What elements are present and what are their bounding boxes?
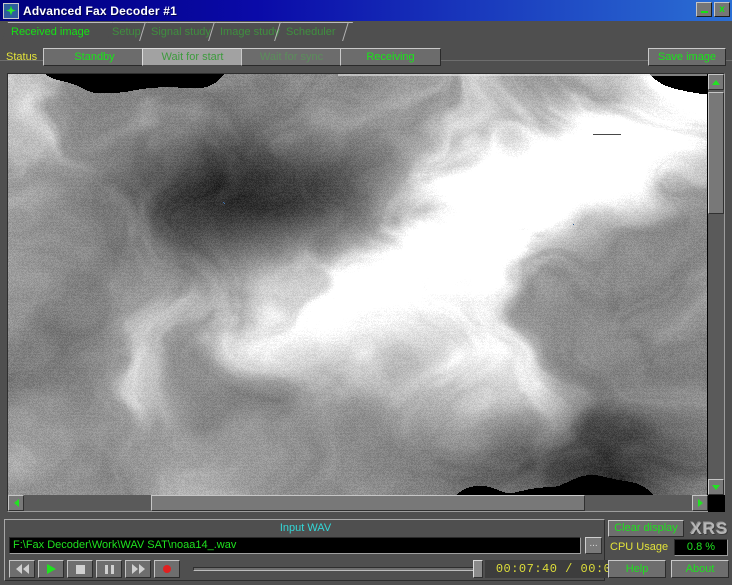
record-button[interactable] — [154, 560, 180, 578]
fast-forward-button[interactable] — [125, 560, 151, 578]
vertical-scrollbar[interactable] — [708, 74, 724, 495]
scroll-up-button[interactable] — [708, 74, 724, 90]
help-button[interactable]: Help — [608, 560, 666, 578]
rewind-button[interactable] — [9, 560, 35, 578]
scroll-right-button[interactable] — [692, 495, 708, 511]
window-title: Advanced Fax Decoder #1 — [23, 4, 177, 18]
tab-received-image[interactable]: Received image — [2, 22, 113, 41]
triangle-up-icon — [712, 80, 720, 85]
tab-strip: Received image Setup Signal study Image … — [0, 21, 732, 41]
scrollbar-corner — [708, 495, 725, 512]
fast-forward-icon — [132, 564, 145, 574]
satellite-app-icon — [3, 3, 19, 19]
transport-controls: 00:07:40 / 00:07:40 — [9, 559, 602, 579]
triangle-down-icon — [712, 485, 720, 490]
pause-icon — [105, 565, 114, 574]
input-wav-panel: Input WAV F:\Fax Decoder\Work\WAV SAT\no… — [4, 519, 605, 581]
triangle-left-icon — [14, 499, 19, 507]
status-bar: Status Standby Wait for start Wait for s… — [0, 48, 732, 70]
xrs-logo: XRS — [690, 519, 729, 538]
wav-path-input[interactable]: F:\Fax Decoder\Work\WAV SAT\noaa14_.wav — [9, 537, 581, 554]
scroll-down-button[interactable] — [708, 479, 724, 495]
cpu-usage-value: 0.8 % — [674, 539, 728, 556]
playback-position-slider[interactable] — [193, 567, 479, 571]
application-window: Advanced Fax Decoder #1 x Received image… — [0, 0, 732, 585]
status-receiving[interactable]: Receiving — [340, 48, 441, 66]
playback-slider-thumb[interactable] — [473, 560, 483, 578]
received-satellite-image[interactable] — [8, 74, 707, 495]
record-icon — [163, 565, 171, 573]
clear-display-button[interactable]: Clear display — [608, 520, 684, 537]
horizontal-scrollbar[interactable] — [8, 495, 708, 511]
title-bar[interactable]: Advanced Fax Decoder #1 x — [0, 0, 732, 21]
close-icon: x — [719, 5, 725, 15]
tab-scheduler[interactable]: Scheduler — [277, 22, 353, 41]
play-button[interactable] — [38, 560, 64, 578]
pause-button[interactable] — [96, 560, 122, 578]
right-control-panel: Clear display XRS CPU Usage 0.8 % Help A… — [608, 519, 729, 581]
horizontal-scroll-thumb[interactable] — [151, 495, 585, 511]
triangle-right-icon — [698, 499, 703, 507]
close-button[interactable]: x — [714, 2, 730, 17]
play-icon — [47, 564, 56, 574]
scroll-left-button[interactable] — [8, 495, 24, 511]
input-wav-title: Input WAV — [5, 522, 606, 534]
about-button[interactable]: About — [671, 560, 729, 578]
status-standby[interactable]: Standby — [43, 48, 146, 66]
stop-button[interactable] — [67, 560, 93, 578]
minimize-button[interactable] — [696, 2, 712, 17]
status-wait-for-start[interactable]: Wait for start — [142, 48, 243, 66]
vertical-scroll-thumb[interactable] — [708, 92, 724, 214]
cpu-usage-label: CPU Usage — [610, 541, 668, 553]
browse-file-button[interactable]: ... — [585, 537, 602, 554]
status-wait-for-sync[interactable]: Wait for sync — [241, 48, 342, 66]
satellite-image-canvas — [8, 74, 707, 495]
rewind-icon — [16, 564, 29, 574]
minimize-icon — [701, 11, 708, 13]
window-controls: x — [696, 2, 730, 17]
save-image-button[interactable]: Save image — [648, 48, 726, 66]
stop-icon — [76, 565, 85, 574]
status-label: Status — [6, 51, 37, 63]
